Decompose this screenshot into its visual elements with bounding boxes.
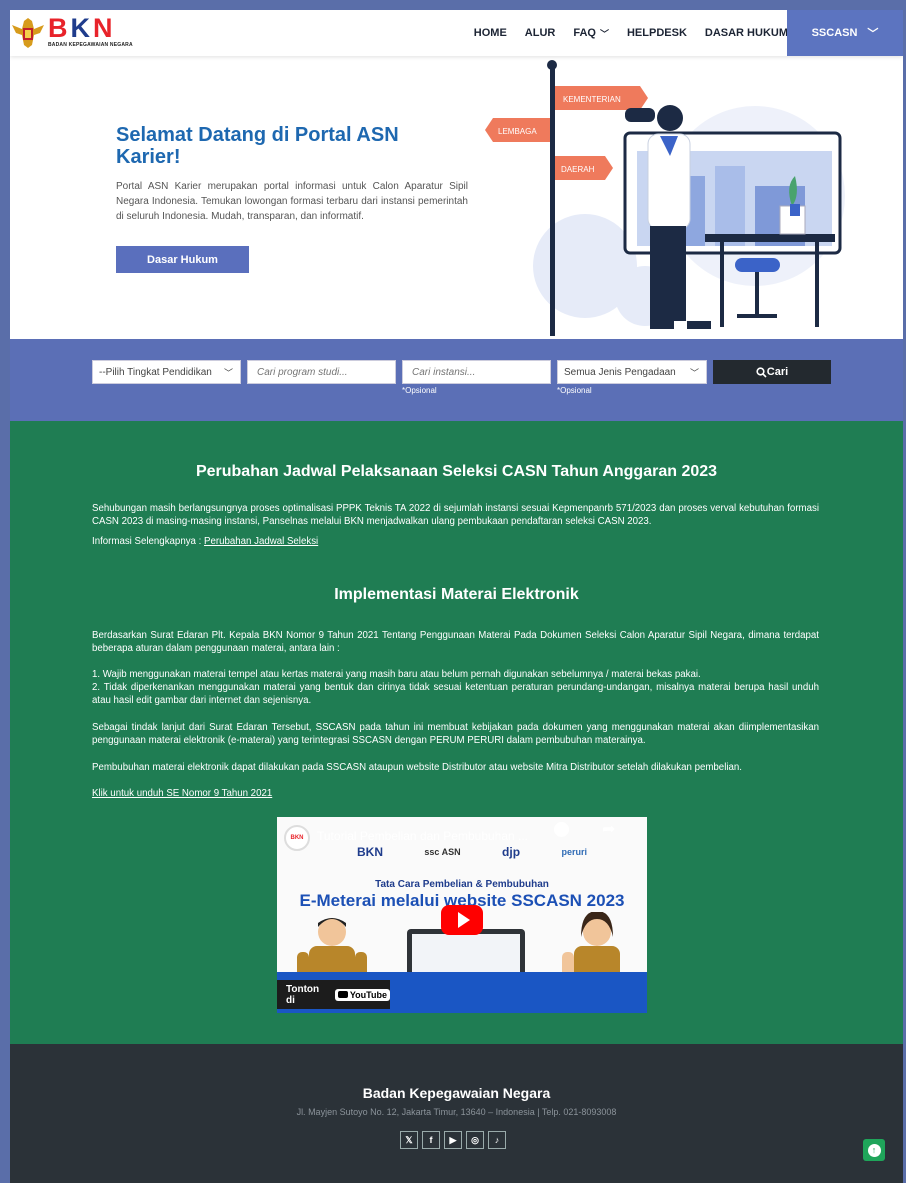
watch-later-icon[interactable]: [554, 822, 569, 837]
hero-illustration: KEMENTERIAN LEMBAGA DAERAH: [485, 60, 845, 336]
video-subtitle: Tata Cara Pembelian & Pembubuhan: [375, 879, 549, 890]
materai-download: Klik untuk unduh SE Nomor 9 Tahun 2021: [92, 787, 819, 800]
announcement-more: Informasi Selengkapnya : Perubahan Jadwa…: [92, 535, 819, 548]
logo-bkn: BKN: [357, 845, 383, 859]
hero-description: Portal ASN Karier merupakan portal infor…: [116, 181, 468, 222]
navbar: BKN BADAN KEPEGAWAIAN NEGARA HOME ALUR F…: [10, 10, 903, 56]
share-icon[interactable]: ➦: [602, 819, 615, 839]
materai-title: Implementasi Materai Elektronik: [334, 586, 579, 603]
watch-on-youtube-button[interactable]: Tonton di YouTube: [277, 980, 390, 1009]
announcement-title: Perubahan Jadwal Pelaksanaan Seleksi CAS…: [195, 463, 718, 480]
footer: Badan Kepegawaian Negara Jl. Mayjen Suto…: [10, 1044, 903, 1183]
instansi-optional-note: *Opsional: [402, 386, 437, 395]
logo-wordmark: BKN: [48, 13, 116, 43]
watch-label: Tonton di: [286, 983, 320, 1006]
more-prefix: Informasi Selengkapnya :: [92, 536, 205, 547]
youtube-embed[interactable]: BKN Tutorial Pembelian dan Pembubuhan ..…: [277, 817, 647, 1013]
hero-section: Selamat Datang di Portal ASN Karier! Por…: [10, 56, 903, 339]
education-select[interactable]: --Pilih Tingkat Pendidikan ﹀: [92, 360, 241, 384]
instansi-input[interactable]: [402, 360, 551, 384]
menu-alur[interactable]: ALUR: [525, 27, 556, 39]
sscasn-label: SSCASN: [811, 27, 858, 39]
hero-title: Selamat Datang di Portal ASN Karier!: [116, 124, 399, 168]
menu-alur-label: ALUR: [524, 27, 556, 39]
main-menu: HOME ALUR FAQ ﹀ HELPDESK DASAR HUKUM: [456, 10, 788, 56]
social-links: 𝕏 f ▶ ◎ ♪: [400, 1131, 510, 1149]
sign-daerah: DAERAH: [561, 165, 595, 174]
menu-helpdesk-label: HELPDESK: [626, 27, 687, 39]
sscasn-dropdown[interactable]: SSCASN ﹀: [787, 10, 903, 56]
menu-faq[interactable]: FAQ ﹀: [573, 27, 609, 40]
garuda-emblem-icon: [12, 18, 44, 48]
footer-address: Jl. Mayjen Sutoyo No. 12, Jakarta Timur,…: [296, 1107, 617, 1117]
page: BKN BADAN KEPEGAWAIAN NEGARA HOME ALUR F…: [10, 10, 903, 1183]
menu-home[interactable]: HOME: [474, 27, 507, 39]
sign-kementerian: KEMENTERIAN: [563, 95, 621, 104]
scroll-to-top-button[interactable]: ↑: [863, 1139, 885, 1161]
menu-home-label: HOME: [473, 27, 507, 39]
pengadaan-optional-note: *Opsional: [557, 386, 592, 395]
pengadaan-select-value: Semua Jenis Pengadaan: [564, 366, 676, 378]
search-button[interactable]: Cari: [713, 360, 831, 384]
instagram-icon[interactable]: ◎: [466, 1131, 484, 1149]
info-section: Perubahan Jadwal Pelaksanaan Seleksi CAS…: [10, 421, 903, 1044]
materai-purchase: Pembubuhan materai elektronik dapat dila…: [92, 762, 742, 773]
materai-intro: Berdasarkan Surat Edaran Plt. Kepala BKN…: [92, 630, 819, 654]
menu-faq-label: FAQ: [573, 27, 596, 39]
facebook-icon[interactable]: f: [422, 1131, 440, 1149]
logo-djp: djp: [502, 845, 521, 859]
menu-dasar-hukum[interactable]: DASAR HUKUM: [705, 27, 788, 39]
channel-avatar[interactable]: BKN: [284, 825, 310, 851]
logo-peruri: peruri: [561, 847, 587, 857]
partner-logos: BKN ssc ASN djp peruri: [357, 845, 587, 859]
search-bar: --Pilih Tingkat Pendidikan ﹀ *Opsional S…: [10, 339, 903, 421]
video-title[interactable]: Tutorial Pembelian dan Pembubuhan ...: [317, 829, 528, 843]
dasar-hukum-button[interactable]: Dasar Hukum: [116, 246, 249, 273]
sign-lembaga: LEMBAGA: [498, 127, 537, 136]
footer-org-name: Badan Kepegawaian Negara: [362, 1085, 551, 1101]
bkn-logo[interactable]: BKN BADAN KEPEGAWAIAN NEGARA: [10, 15, 133, 53]
download-se-link[interactable]: Klik untuk unduh SE Nomor 9 Tahun 2021: [92, 788, 272, 799]
twitter-icon[interactable]: 𝕏: [400, 1131, 418, 1149]
announcement-body: Sehubungan masih berlangsungnya proses o…: [92, 503, 819, 527]
menu-helpdesk[interactable]: HELPDESK: [627, 27, 687, 39]
logo-subtitle: BADAN KEPEGAWAIAN NEGARA: [48, 42, 133, 48]
jadwal-seleksi-link[interactable]: Perubahan Jadwal Seleksi: [204, 536, 318, 547]
menu-dasar-hukum-label: DASAR HUKUM: [704, 27, 788, 39]
education-select-value: --Pilih Tingkat Pendidikan: [99, 366, 212, 378]
tiktok-icon[interactable]: ♪: [488, 1131, 506, 1149]
materai-rule-1: 1. Wajib menggunakan materai tempel atau…: [92, 669, 701, 680]
arrow-up-icon: ↑: [867, 1143, 881, 1157]
pengadaan-select[interactable]: Semua Jenis Pengadaan ﹀: [557, 360, 707, 384]
materai-followup: Sebagai tindak lanjut dari Surat Edaran …: [92, 722, 819, 746]
youtube-label: YouTube: [349, 989, 387, 1000]
logo-sscasn: ssc ASN: [424, 847, 461, 857]
chevron-down-icon: ﹀: [599, 28, 609, 39]
program-studi-input[interactable]: [247, 360, 396, 384]
play-button[interactable]: [441, 905, 483, 935]
search-icon: [756, 366, 767, 378]
youtube-icon: YouTube: [334, 988, 390, 1001]
search-button-label: Cari: [766, 366, 789, 378]
materai-rule-2: 2. Tidak diperkenankan menggunakan mater…: [92, 682, 819, 706]
chevron-down-icon: ﹀: [867, 28, 879, 40]
chevron-down-icon: ﹀: [689, 367, 699, 378]
chevron-down-icon: ﹀: [223, 367, 233, 378]
youtube-icon[interactable]: ▶: [444, 1131, 462, 1149]
